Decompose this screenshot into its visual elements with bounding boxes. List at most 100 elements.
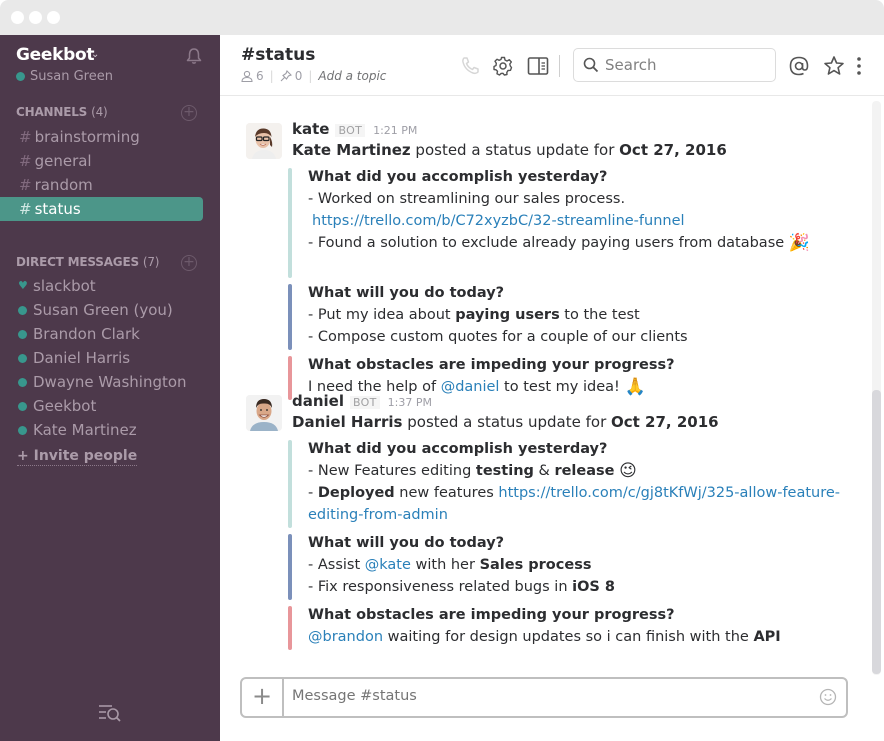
message-username[interactable]: kate bbox=[292, 120, 329, 138]
quick-switcher-icon[interactable] bbox=[98, 703, 122, 723]
dm-label: Daniel Harris bbox=[33, 349, 131, 367]
attachment-title: What obstacles are impeding your progres… bbox=[308, 357, 675, 373]
message-timestamp[interactable]: 1:21 PM bbox=[373, 124, 417, 137]
message-header: daniel BOT 1:37 PM bbox=[292, 392, 432, 410]
mentions-icon[interactable] bbox=[788, 55, 810, 77]
channels-header-label: CHANNELS bbox=[16, 105, 88, 119]
members-icon[interactable] bbox=[241, 70, 253, 82]
hash-icon: # bbox=[19, 128, 32, 146]
presence-dot-icon bbox=[18, 329, 27, 339]
chevron-down-icon[interactable]: ⌄ bbox=[91, 49, 99, 60]
sidebar-channel-brainstorming[interactable]: # brainstorming bbox=[0, 125, 203, 149]
current-user[interactable]: Susan Green bbox=[16, 69, 113, 84]
attachment-line: - Worked on streamlining our sales proce… bbox=[308, 191, 626, 207]
hash-icon: # bbox=[19, 152, 32, 170]
maximize-window-button[interactable] bbox=[47, 11, 60, 24]
meta-separator: | bbox=[308, 69, 313, 83]
sidebar-dm-slackbot[interactable]: ♥ slackbot bbox=[18, 274, 96, 298]
message-username[interactable]: daniel bbox=[292, 392, 344, 410]
attachment-line-text: waiting for design updates so i can fini… bbox=[383, 629, 754, 645]
star-icon[interactable] bbox=[823, 55, 845, 77]
avatar-daniel[interactable] bbox=[246, 395, 282, 431]
attachment-bar bbox=[288, 606, 292, 650]
mention-kate[interactable]: @kate bbox=[365, 557, 411, 573]
presence-dot-icon bbox=[18, 305, 27, 315]
sidebar-dm-daniel-harris[interactable]: Daniel Harris bbox=[18, 346, 130, 370]
attachment-title: What will you do today? bbox=[308, 535, 505, 551]
sidebar-dm-dwayne-washington[interactable]: Dwayne Washington bbox=[18, 370, 187, 394]
channel-label: general bbox=[34, 152, 92, 170]
channel-label: brainstorming bbox=[34, 128, 140, 146]
phone-icon[interactable] bbox=[459, 55, 481, 77]
details-panel-icon[interactable] bbox=[527, 55, 549, 77]
attachment-bold-text: API bbox=[753, 629, 781, 645]
avatar-kate[interactable] bbox=[246, 123, 282, 159]
message-input[interactable] bbox=[292, 688, 792, 704]
close-window-button[interactable] bbox=[11, 11, 24, 24]
mention-brandon[interactable]: @brandon bbox=[308, 629, 383, 645]
add-topic-link[interactable]: Add a topic bbox=[318, 69, 386, 83]
pin-icon[interactable] bbox=[280, 70, 292, 82]
sidebar-channel-random[interactable]: # random bbox=[0, 173, 203, 197]
attachment-bar bbox=[288, 440, 292, 528]
pin-count[interactable]: 0 bbox=[295, 69, 303, 83]
mention-daniel[interactable]: @daniel bbox=[441, 379, 500, 395]
sidebar-dm-geekbot[interactable]: Geekbot bbox=[18, 394, 96, 418]
channels-header[interactable]: CHANNELS (4) bbox=[16, 105, 108, 119]
direct-messages-header[interactable]: DIRECT MESSAGES (7) bbox=[16, 255, 160, 269]
channel-title[interactable]: #status bbox=[241, 45, 315, 65]
attachment-body: What will you do today? - Put my idea ab… bbox=[308, 282, 688, 348]
invite-people-link[interactable]: + Invite people bbox=[17, 448, 138, 466]
posted-text: posted a status update for bbox=[402, 413, 611, 431]
winking-face-icon: 😉 bbox=[619, 460, 637, 481]
attachment-bold-text: release bbox=[554, 463, 615, 479]
attachment-bar bbox=[288, 168, 292, 278]
presence-dot-icon bbox=[16, 72, 25, 81]
sidebar-dm-kate-martinez[interactable]: Kate Martinez bbox=[18, 418, 137, 442]
attach-file-button[interactable]: + bbox=[242, 679, 284, 716]
presence-dot-icon bbox=[18, 353, 27, 363]
attachment-line: @brandon waiting for design updates so i… bbox=[308, 626, 781, 648]
dm-label: Kate Martinez bbox=[33, 421, 137, 439]
member-count[interactable]: 6 bbox=[256, 69, 264, 83]
channel-header: #status 6 | 0 | Add a topic Search bbox=[220, 35, 884, 96]
search-icon bbox=[583, 57, 599, 73]
attachment-body: What did you accomplish yesterday? - New… bbox=[308, 438, 840, 526]
add-dm-button[interactable]: + bbox=[181, 255, 197, 271]
message-timestamp[interactable]: 1:37 PM bbox=[388, 396, 432, 409]
current-user-name: Susan Green bbox=[30, 69, 113, 84]
attachment-line-text: - New Features editing bbox=[308, 463, 476, 479]
sidebar-dm-brandon-clark[interactable]: Brandon Clark bbox=[18, 322, 140, 346]
scrollbar-thumb[interactable] bbox=[872, 390, 881, 674]
sidebar-channel-general[interactable]: # general bbox=[0, 149, 203, 173]
dm-header-label: DIRECT MESSAGES bbox=[16, 255, 139, 269]
add-channel-button[interactable]: + bbox=[181, 105, 197, 121]
trello-link[interactable]: https://trello.com/c/gj8tKfWj/325-allow-… bbox=[498, 485, 840, 501]
search-input[interactable]: Search bbox=[573, 48, 776, 82]
message-text: Daniel Harris posted a status update for… bbox=[292, 413, 719, 431]
sidebar-dm-susan-green[interactable]: Susan Green (you) bbox=[18, 298, 173, 322]
avatar-kate-image bbox=[246, 123, 282, 159]
channel-meta: 6 | 0 | Add a topic bbox=[241, 69, 386, 83]
attachment-title: What will you do today? bbox=[308, 285, 505, 301]
dm-label: Brandon Clark bbox=[33, 325, 140, 343]
attachment-line: - Found a solution to exclude already pa… bbox=[308, 232, 810, 254]
sidebar-channel-status[interactable]: # status bbox=[0, 197, 203, 221]
attachment-bold-text: Deployed bbox=[317, 485, 395, 501]
attachment-line-text: new features bbox=[394, 485, 499, 501]
emoji-picker-icon[interactable] bbox=[819, 688, 837, 706]
title-bar bbox=[0, 0, 884, 35]
attachment-line-text: - Put my idea about bbox=[308, 307, 456, 323]
trello-link-continued[interactable]: editing-from-admin bbox=[308, 507, 448, 523]
more-options-icon[interactable] bbox=[853, 55, 865, 77]
app-window: Geekbot ⌄ Susan Green CHANNELS (4) + # br… bbox=[0, 0, 884, 741]
presence-dot-icon bbox=[18, 377, 27, 387]
attachment-line: - Put my idea about paying users to the … bbox=[308, 304, 688, 326]
team-name[interactable]: Geekbot bbox=[16, 45, 95, 65]
minimize-window-button[interactable] bbox=[29, 11, 42, 24]
bell-icon[interactable] bbox=[185, 47, 203, 65]
trello-link[interactable]: https://trello.com/b/C72xyzbC/32-streaml… bbox=[312, 213, 685, 229]
gear-icon[interactable] bbox=[492, 55, 514, 77]
attachment-body: What will you do today? - Assist @kate w… bbox=[308, 532, 615, 598]
attachment-bold-text: Sales process bbox=[479, 557, 592, 573]
